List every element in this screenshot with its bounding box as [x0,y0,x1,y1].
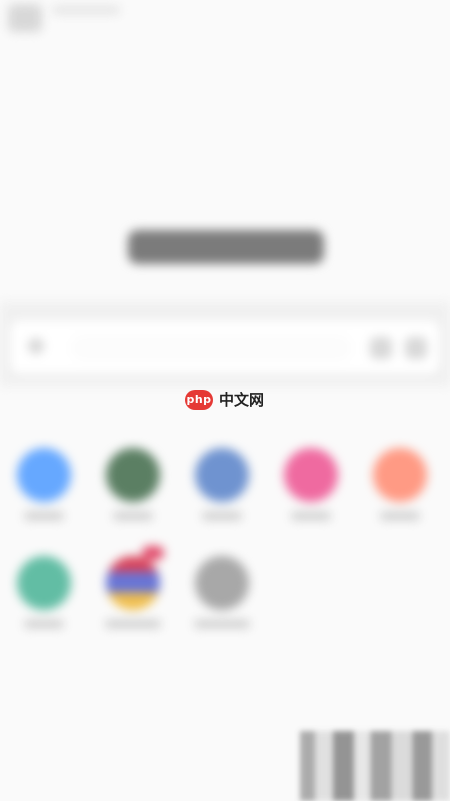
screen: php 中文网 [0,0,450,801]
app-label-7 [105,620,161,628]
preview-thumbnail [300,731,450,801]
app-shortcut-1[interactable] [8,448,80,534]
app-label-3 [202,512,242,520]
app-label-5 [380,512,420,520]
app-shortcut-5[interactable] [364,448,436,534]
app-shortcut-3[interactable] [186,448,258,534]
app-shortcut-7[interactable] [97,546,169,642]
site-watermark: php 中文网 [185,390,264,410]
scan-icon[interactable] [370,337,392,359]
watermark-text: 中文网 [219,391,265,409]
search-input[interactable] [70,334,352,362]
php-logo-icon: php [185,390,213,410]
app-icon-3 [195,448,249,502]
app-icon-8 [195,556,249,610]
badge-icon [142,546,164,560]
app-icon-1 [17,448,71,502]
app-icon-7 [106,546,164,610]
app-shortcut-6[interactable] [8,556,80,642]
header-text-placeholder [52,6,120,14]
app-icon-5 [373,448,427,502]
more-icon[interactable] [405,337,427,359]
app-label-4 [291,512,331,520]
app-label-2 [113,512,153,520]
app-label-1 [24,512,64,520]
app-label-6 [24,620,64,628]
page-title [128,230,324,264]
avatar[interactable] [8,4,42,32]
search-icon [28,338,44,354]
app-shortcut-8[interactable] [186,556,258,642]
app-label-8 [194,620,250,628]
app-icon-6 [17,556,71,610]
app-icon-2 [106,448,160,502]
app-shortcut-4[interactable] [275,448,347,534]
app-icon-4 [284,448,338,502]
app-shortcut-2[interactable] [97,448,169,534]
